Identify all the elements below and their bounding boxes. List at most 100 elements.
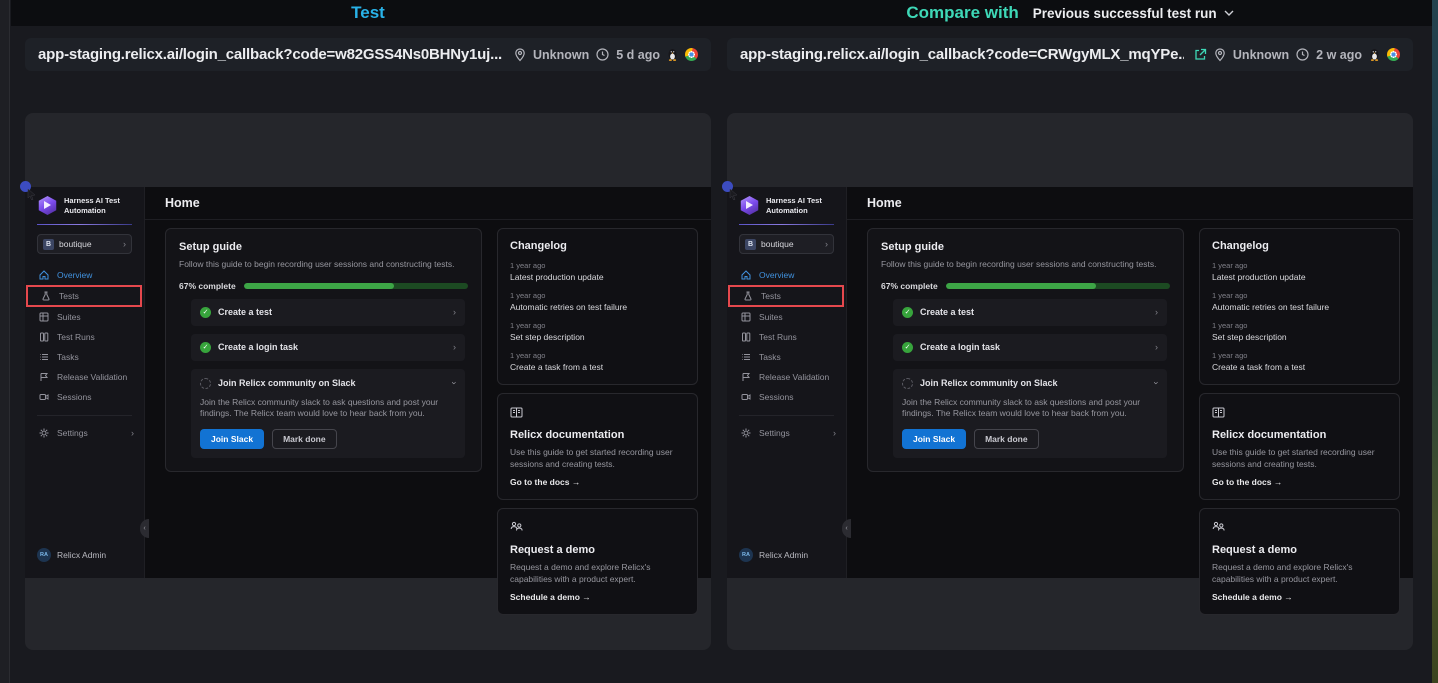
- schedule-demo-link[interactable]: Schedule a demo →: [1212, 592, 1387, 602]
- columns-icon: [39, 332, 49, 342]
- mark-done-button[interactable]: Mark done: [974, 429, 1039, 449]
- test-panel: Test app-staging.relicx.ai/login_callbac…: [25, 0, 711, 683]
- flask-icon: [41, 291, 51, 301]
- task-create-a-test[interactable]: ✓ Create a test ›: [893, 299, 1167, 326]
- sidebar-nav: Overview Tests Suites Test Runs Tasks: [25, 265, 144, 407]
- setup-guide-card: Setup guide Follow this guide to begin r…: [165, 228, 482, 472]
- sidebar-item-suites[interactable]: Suites: [727, 307, 846, 327]
- demo-title: Request a demo: [510, 544, 685, 556]
- setup-guide-title: Setup guide: [179, 241, 468, 253]
- url-text: app-staging.relicx.ai/login_callback?cod…: [38, 46, 504, 63]
- schedule-demo-link[interactable]: Schedule a demo →: [510, 592, 685, 602]
- project-badge: B: [745, 239, 756, 250]
- book-icon: [1212, 405, 1387, 423]
- sidebar-item-tasks[interactable]: Tasks: [25, 347, 144, 367]
- sidebar-item-release-validation[interactable]: Release Validation: [25, 367, 144, 387]
- sidebar-divider: [37, 415, 132, 416]
- task-join-slack: Join Relicx community on Slack › Join th…: [893, 369, 1167, 458]
- project-name: boutique: [761, 239, 820, 249]
- app-header: Home: [847, 187, 1413, 220]
- sidebar-item-sessions[interactable]: Sessions: [25, 387, 144, 407]
- go-to-docs-link[interactable]: Go to the docs →: [510, 477, 685, 487]
- test-panel-title: Test: [351, 3, 385, 23]
- screenshot-frame: Harness AI TestAutomation B boutique › O…: [727, 113, 1413, 650]
- avatar: RA: [37, 548, 51, 562]
- clock-icon: [1296, 48, 1309, 61]
- location-label: Unknown: [1233, 48, 1289, 62]
- flask-icon: [743, 291, 753, 301]
- chevron-down-icon: [1224, 10, 1234, 16]
- setup-guide-description: Follow this guide to begin recording use…: [179, 259, 468, 271]
- unchecked-icon: [902, 378, 913, 389]
- home-icon: [741, 270, 751, 280]
- task-join-slack-description: Join the Relicx community slack to ask q…: [200, 397, 456, 420]
- time-ago-label: 5 d ago: [616, 48, 660, 62]
- project-name: boutique: [59, 239, 118, 249]
- sidebar-item-sessions[interactable]: Sessions: [727, 387, 846, 407]
- time-ago-label: 2 w ago: [1316, 48, 1362, 62]
- sidebar-item-settings[interactable]: Settings ›: [727, 423, 846, 443]
- changelog-entry: 1 year ago Set step description: [1212, 321, 1387, 342]
- demo-title: Request a demo: [1212, 544, 1387, 556]
- documentation-title: Relicx documentation: [1212, 429, 1387, 441]
- user-row[interactable]: RA Relicx Admin: [37, 548, 106, 562]
- go-to-docs-link[interactable]: Go to the docs →: [1212, 477, 1387, 487]
- release-icon: [741, 372, 751, 382]
- sidebar-divider: [37, 224, 132, 225]
- join-slack-button[interactable]: Join Slack: [200, 429, 264, 449]
- task-create-a-login-task[interactable]: ✓ Create a login task ›: [893, 334, 1167, 361]
- video-icon: [39, 392, 49, 402]
- changelog-entry: 1 year ago Latest production update: [510, 261, 685, 282]
- sidebar-item-overview[interactable]: Overview: [25, 265, 144, 285]
- harness-logo-icon: [38, 196, 57, 215]
- check-icon: ✓: [902, 342, 913, 353]
- chevron-right-icon: ›: [1155, 308, 1158, 317]
- compare-panel-title: Compare with: [906, 3, 1018, 23]
- join-slack-button[interactable]: Join Slack: [902, 429, 966, 449]
- progress-row: 67% complete: [179, 281, 468, 291]
- compare-run-dropdown[interactable]: Previous successful test run: [1033, 6, 1234, 21]
- task-list: ✓ Create a test › ✓ Create a login task …: [191, 299, 465, 458]
- documentation-card: Relicx documentation Use this guide to g…: [497, 393, 698, 500]
- sidebar-item-tests[interactable]: Tests: [27, 286, 141, 306]
- changelog-entry: 1 year ago Latest production update: [1212, 261, 1387, 282]
- changelog-entry: 1 year ago Automatic retries on test fai…: [510, 291, 685, 312]
- url-text: app-staging.relicx.ai/login_callback?cod…: [740, 46, 1184, 63]
- app-sidebar: Harness AI TestAutomation B boutique › O…: [25, 187, 145, 578]
- sidebar-item-test-runs[interactable]: Test Runs: [25, 327, 144, 347]
- task-create-a-test[interactable]: ✓ Create a test ›: [191, 299, 465, 326]
- task-join-slack-header[interactable]: Join Relicx community on Slack ›: [902, 378, 1158, 389]
- task-join-slack-header[interactable]: Join Relicx community on Slack ›: [200, 378, 456, 389]
- sidebar-item-test-runs[interactable]: Test Runs: [727, 327, 846, 347]
- sidebar-item-settings[interactable]: Settings ›: [25, 423, 144, 443]
- project-selector[interactable]: B boutique ›: [739, 234, 834, 254]
- documentation-description: Use this guide to get started recording …: [510, 447, 685, 470]
- task-create-a-login-task[interactable]: ✓ Create a login task ›: [191, 334, 465, 361]
- mark-done-button[interactable]: Mark done: [272, 429, 337, 449]
- left-edge-panel: [0, 0, 10, 683]
- chevron-right-icon: ›: [833, 429, 836, 438]
- sidebar-item-suites[interactable]: Suites: [25, 307, 144, 327]
- sidebar-item-tests[interactable]: Tests: [729, 286, 843, 306]
- changelog-entry: 1 year ago Automatic retries on test fai…: [1212, 291, 1387, 312]
- compare-panel: Compare with Previous successful test ru…: [727, 0, 1413, 683]
- sidebar-item-overview[interactable]: Overview: [727, 265, 846, 285]
- project-selector[interactable]: B boutique ›: [37, 234, 132, 254]
- sidebar-item-tasks[interactable]: Tasks: [727, 347, 846, 367]
- chevron-right-icon: ›: [453, 308, 456, 317]
- external-link-icon[interactable]: [1194, 48, 1207, 61]
- people-icon: [510, 520, 685, 538]
- setup-guide-card: Setup guide Follow this guide to begin r…: [867, 228, 1184, 472]
- app-screenshot: Harness AI TestAutomation B boutique › O…: [25, 187, 711, 578]
- sidebar-nav: Overview Tests Suites Test Runs Tasks: [727, 265, 846, 407]
- chevron-right-icon: ›: [131, 429, 134, 438]
- gear-icon: [39, 428, 49, 438]
- user-row[interactable]: RA Relicx Admin: [739, 548, 808, 562]
- clock-icon: [596, 48, 609, 61]
- page-title: Home: [165, 196, 200, 210]
- sidebar-item-release-validation[interactable]: Release Validation: [727, 367, 846, 387]
- project-badge: B: [43, 239, 54, 250]
- chevron-right-icon: ›: [123, 240, 126, 249]
- changelog-title: Changelog: [1212, 240, 1387, 252]
- chevron-right-icon: ›: [453, 343, 456, 352]
